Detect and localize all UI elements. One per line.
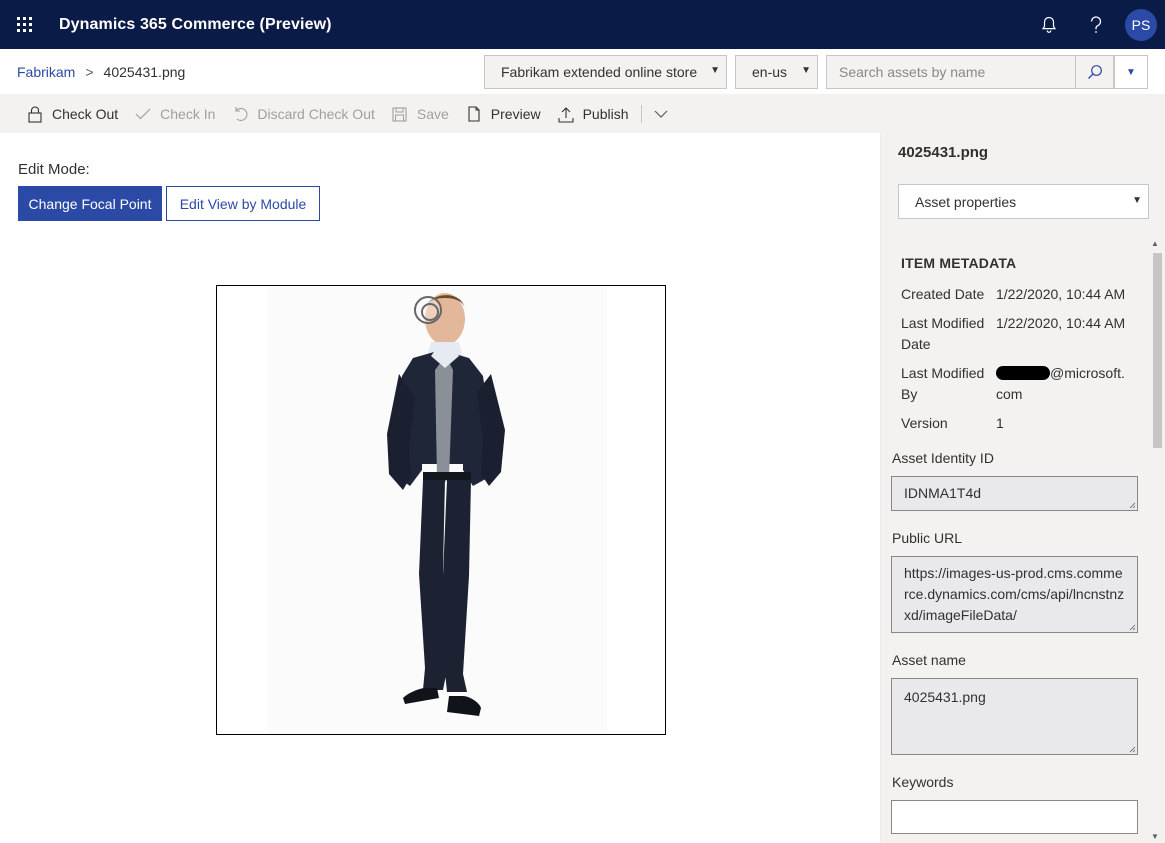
command-bar: Check Out Check In Discard Check Out Sav… [0,95,1165,133]
more-commands-button[interactable] [648,95,674,133]
asset-identity-label: Asset Identity ID [892,450,994,466]
last-modified-by-value: @microsoft.com [996,363,1131,405]
panel-view-select-value: Asset properties [915,193,1017,210]
save-label: Save [416,106,449,122]
app-header: Dynamics 365 Commerce (Preview) PS [0,0,1165,49]
panel-view-select[interactable]: Asset properties ▼ [898,184,1149,219]
properties-scroll-area[interactable]: ITEM METADATA Created Date 1/22/2020, 10… [881,237,1165,843]
discard-check-out-button[interactable]: Discard Check Out [223,95,382,133]
edit-view-by-module-button[interactable]: Edit View by Module [166,186,320,221]
asset-identity-field[interactable]: IDNMA1T4d [891,476,1138,511]
asset-name-value: 4025431.png [904,689,986,705]
version-value: 1 [996,415,1004,431]
bell-icon[interactable] [1025,0,1072,49]
properties-panel: 4025431.png Asset properties ▼ ITEM META… [880,133,1165,843]
publish-button[interactable]: Publish [549,95,637,133]
search-button[interactable] [1075,55,1114,89]
breadcrumb-separator: > [85,64,94,80]
search-options-button[interactable]: ▼ [1114,55,1148,89]
command-divider [640,105,642,123]
publish-label: Publish [582,106,629,122]
resize-grip-icon [1129,624,1136,631]
change-focal-point-button[interactable]: Change Focal Point [18,186,162,221]
created-date-label: Created Date [901,286,985,302]
upload-icon [557,105,575,123]
last-modified-date-label: Last Modified Date [901,315,985,352]
store-select[interactable]: Fabrikam extended online store ▼ [484,55,727,89]
keywords-label: Keywords [892,774,954,790]
breadcrumb: Fabrikam > 4025431.png [17,64,185,80]
check-out-label: Check Out [52,106,119,122]
locale-select-value: en-us [752,64,788,80]
item-metadata-heading: ITEM METADATA [901,255,1017,271]
chevron-down-icon: ▼ [1126,66,1136,78]
save-icon [391,105,409,123]
scroll-down-arrow-icon[interactable]: ▼ [1151,832,1159,841]
version-label: Version [901,415,948,431]
resize-grip-icon [1129,746,1136,753]
focal-point-marker[interactable] [414,296,442,324]
person-image [387,293,505,716]
scroll-up-arrow-icon[interactable]: ▲ [1151,239,1159,248]
save-button[interactable]: Save [383,95,457,133]
preview-label: Preview [490,106,541,122]
public-url-label: Public URL [892,530,963,546]
last-modified-date-value: 1/22/2020, 10:44 AM [996,315,1126,331]
preview-button[interactable]: Preview [457,95,549,133]
checkmark-icon [134,105,152,123]
document-icon [465,105,483,123]
breadcrumb-current: 4025431.png [103,64,186,80]
check-in-button[interactable]: Check In [126,95,223,133]
asset-image[interactable] [216,285,666,735]
chevron-down-icon: ▼ [801,65,811,76]
search-icon [1087,65,1102,79]
asset-name-label: Asset name [892,652,966,668]
undo-icon [231,105,249,123]
scrollbar-thumb[interactable] [1153,253,1162,448]
locale-select[interactable]: en-us ▼ [735,55,818,89]
public-url-field[interactable]: https://images-us-prod.cms.commerce.dyna… [891,556,1138,633]
asset-editor: Edit Mode: Change Focal Point Edit View … [0,133,880,843]
store-select-value: Fabrikam extended online store [501,64,698,80]
check-out-button[interactable]: Check Out [18,95,126,133]
chevron-down-icon: ▼ [1132,195,1142,206]
avatar[interactable]: PS [1125,8,1157,41]
asset-name-field[interactable]: 4025431.png [891,678,1138,755]
breadcrumb-root-link[interactable]: Fabrikam [17,64,75,80]
help-icon[interactable] [1072,0,1119,49]
keywords-field[interactable] [891,800,1138,834]
breadcrumb-row: Fabrikam > 4025431.png Fabrikam extended… [0,49,1165,95]
app-title[interactable]: Dynamics 365 Commerce (Preview) [59,16,332,34]
created-date-value: 1/22/2020, 10:44 AM [996,286,1126,302]
last-modified-by-label: Last Modified By [901,365,985,402]
chevron-down-icon: ▼ [710,65,720,76]
search-input[interactable]: Search assets by name [826,55,1076,89]
panel-scrollbar[interactable]: ▲ ▼ [1151,237,1163,843]
redacted-block [996,366,1050,380]
asset-identity-value: IDNMA1T4d [904,485,982,501]
search-placeholder: Search assets by name [839,64,986,80]
discard-check-out-label: Discard Check Out [257,106,375,122]
waffle-icon[interactable] [0,0,49,49]
panel-title: 4025431.png [898,144,989,161]
resize-grip-icon [1129,502,1136,509]
check-in-label: Check In [160,106,216,122]
public-url-value: https://images-us-prod.cms.commerce.dyna… [904,565,1125,623]
lock-icon [26,105,44,123]
chevron-down-icon [654,110,667,118]
edit-mode-label: Edit Mode: [18,161,90,178]
